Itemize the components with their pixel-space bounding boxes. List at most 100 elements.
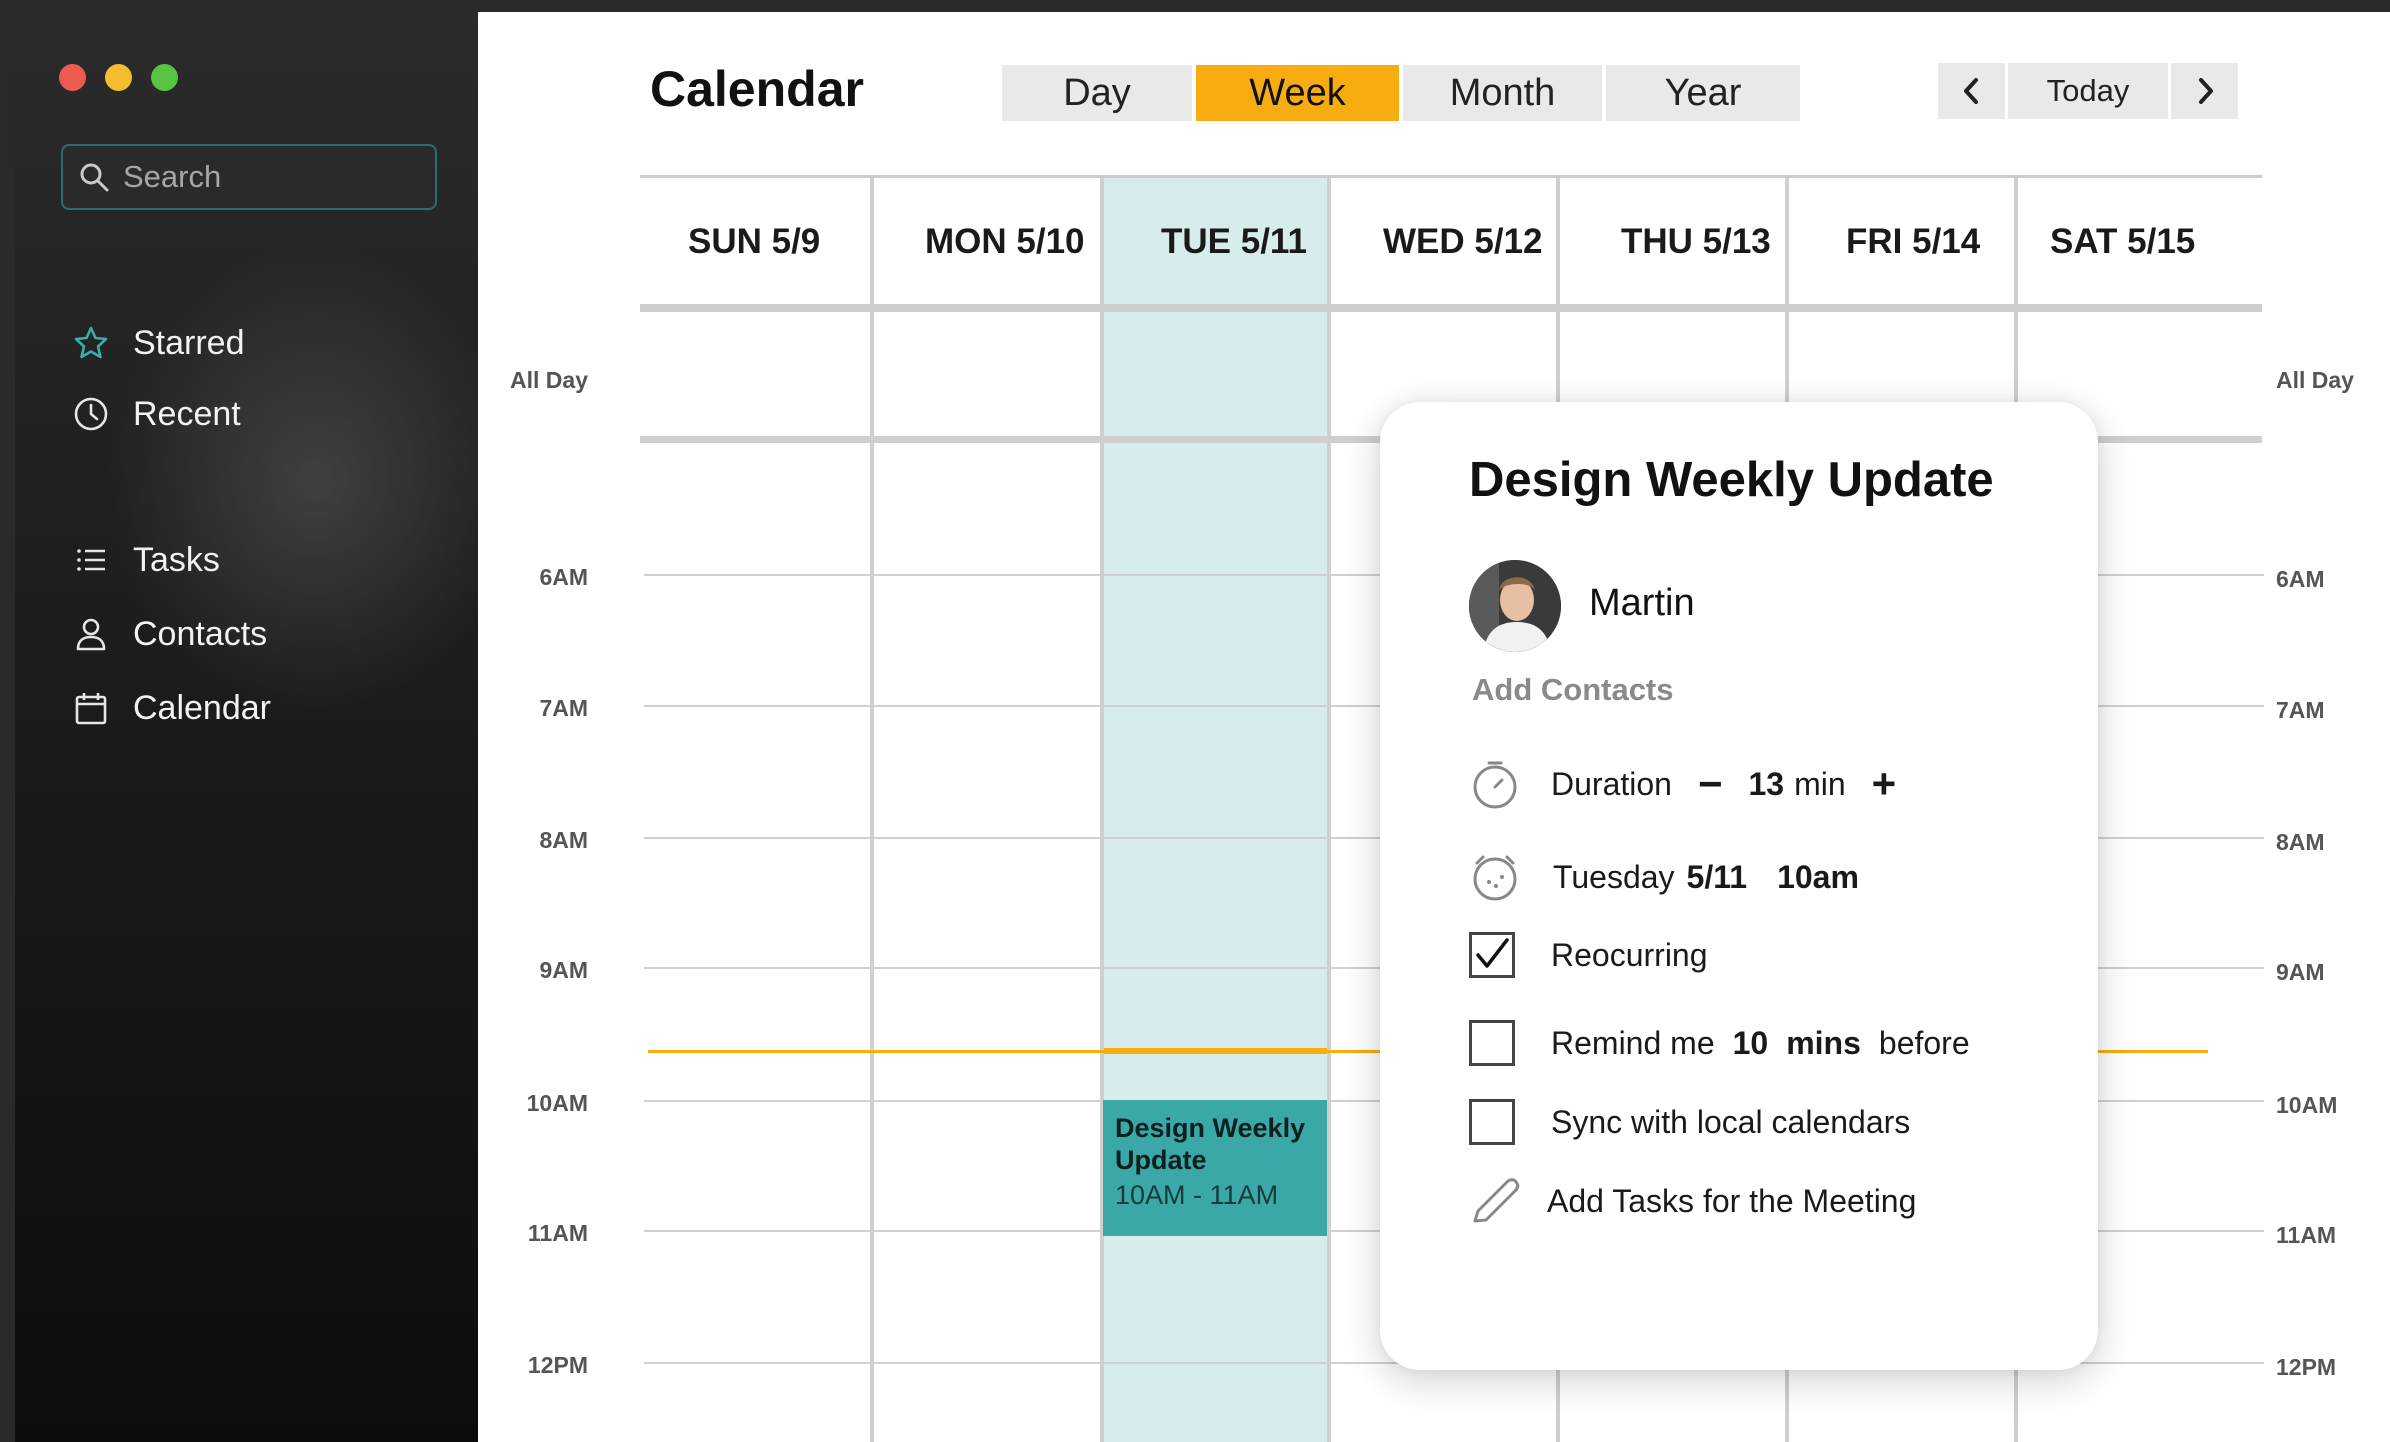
search-box[interactable] [61,144,437,210]
sidebar-item-label: Tasks [133,540,220,579]
page-title: Calendar [650,61,864,117]
hour-label: 11AM [527,1220,588,1246]
column-divider [1100,178,1104,1442]
column-divider [1327,178,1331,1442]
hour-label-right: 12PM [2276,1354,2337,1380]
minimize-window-button[interactable] [105,64,132,91]
recurring-checkbox[interactable] [1469,932,1515,978]
sidebar-item-recent[interactable]: Recent [73,389,241,439]
hour-label: 12PM [527,1352,588,1378]
add-tasks-label: Add Tasks for the Meeting [1547,1182,1917,1219]
day-header-thu[interactable]: THU 5/13 [1621,222,1771,262]
sidebar-item-tasks[interactable]: Tasks [73,535,220,585]
remind-unit[interactable]: mins [1786,1025,1861,1062]
recurring-row: Reocurring [1469,932,1708,978]
list-icon [77,549,105,571]
clock-icon [74,397,108,431]
previous-week-button[interactable] [1938,63,2005,119]
search-input[interactable] [123,159,423,195]
sidebar-item-label: Calendar [133,688,271,727]
allday-label-right: All Day [2276,367,2354,393]
sync-checkbox[interactable] [1469,1099,1515,1145]
sidebar-item-calendar[interactable]: Calendar [73,683,271,733]
sidebar-item-starred[interactable]: Starred [73,318,245,368]
remind-prefix: Remind me [1551,1024,1715,1061]
remind-checkbox[interactable] [1469,1020,1515,1066]
calendar-icon [75,693,107,725]
tab-day[interactable]: Day [1002,65,1192,121]
day-header-tue[interactable]: TUE 5/11 [1161,222,1307,262]
duration-decrease-button[interactable]: − [1698,763,1723,805]
duration-increase-button[interactable]: + [1872,763,1897,805]
tab-week[interactable]: Week [1196,65,1399,121]
view-switcher: Day Week Month Year [1002,65,1800,121]
sidebar-item-label: Recent [133,394,241,433]
hour-label-right: 8AM [2276,829,2325,855]
hour-label-right: 11AM [2276,1222,2337,1248]
day-header-sat[interactable]: SAT 5/15 [2050,222,2195,262]
sidebar-item-label: Starred [133,323,245,362]
remind-value[interactable]: 10 [1733,1025,1769,1062]
remind-suffix: before [1878,1024,1970,1061]
hour-label: 8AM [539,827,588,853]
grid-top-border [640,175,2262,178]
event-time: 10AM - 11AM [1115,1180,1279,1210]
event-details-popover: Design Weekly Update Martin Add Contacts [1380,402,2098,1370]
tab-month[interactable]: Month [1403,65,1602,121]
stopwatch-icon [1469,758,1521,810]
recurring-label: Reocurring [1551,936,1708,973]
duration-row: Duration − 13 min + [1469,758,1922,810]
time-value: 10am [1777,858,1859,895]
hour-label: 7AM [539,695,588,721]
hour-label-right: 9AM [2276,959,2325,985]
chevron-right-icon [2198,78,2213,104]
add-contacts-link[interactable]: Add Contacts [1472,672,1674,708]
next-week-button[interactable] [2171,63,2238,119]
event-title: Design Weekly Update [1115,1113,1306,1175]
day-header-mon[interactable]: MON 5/10 [925,222,1085,262]
sidebar-item-contacts[interactable]: Contacts [73,609,267,659]
chevron-left-icon [1963,78,1978,104]
day-header-sun[interactable]: SUN 5/9 [688,222,820,262]
day-header-fri[interactable]: FRI 5/14 [1846,222,1980,262]
hour-label: 6AM [539,564,588,590]
search-icon [80,163,109,192]
participant-name: Martin [1589,582,1695,624]
duration-value: 13 [1748,765,1785,802]
event-design-weekly-update[interactable]: Design Weekly Update 10AM - 11AM [1103,1100,1327,1236]
date-day: Tuesday [1553,858,1675,895]
zoom-window-button[interactable] [151,64,178,91]
hour-label-right: 10AM [2276,1092,2338,1118]
hour-label: 9AM [539,957,588,983]
column-divider [870,178,874,1442]
today-column [1103,178,1327,1442]
hour-label: 10AM [526,1090,588,1116]
tab-year[interactable]: Year [1606,65,1800,121]
duration-label: Duration [1551,765,1672,802]
sidebar: Starred Recent Tasks Contacts Calendar [15,12,478,1442]
pencil-icon [1469,1175,1521,1227]
star-icon [74,326,108,359]
person-icon [76,618,106,651]
checkmark-icon [1476,938,1509,968]
avatar[interactable] [1469,560,1561,652]
date-value: 5/11 [1686,858,1748,895]
sidebar-item-label: Contacts [133,614,268,653]
current-time-line-today [1104,1048,1327,1054]
sync-label: Sync with local calendars [1551,1103,1911,1140]
header-divider [640,304,2262,312]
date-time-row[interactable]: Tuesday 5/11 10am [1469,851,1859,903]
date-navigation: Today [1938,63,2238,119]
allday-label: All Day [510,367,588,393]
close-window-button[interactable] [59,64,86,91]
hour-label-right: 6AM [2276,566,2325,592]
popover-title: Design Weekly Update [1469,453,1994,507]
calendar-main: Calendar Day Week Month Year Today SUN 5… [478,12,2390,1442]
day-header-wed[interactable]: WED 5/12 [1383,222,1543,262]
duration-unit: min [1794,765,1846,802]
add-tasks-row[interactable]: Add Tasks for the Meeting [1469,1175,1916,1227]
hour-label-right: 7AM [2276,697,2325,723]
sync-row: Sync with local calendars [1469,1099,1910,1145]
remind-row: Remind me 10 mins before [1469,1020,1970,1066]
today-button[interactable]: Today [2008,63,2168,119]
